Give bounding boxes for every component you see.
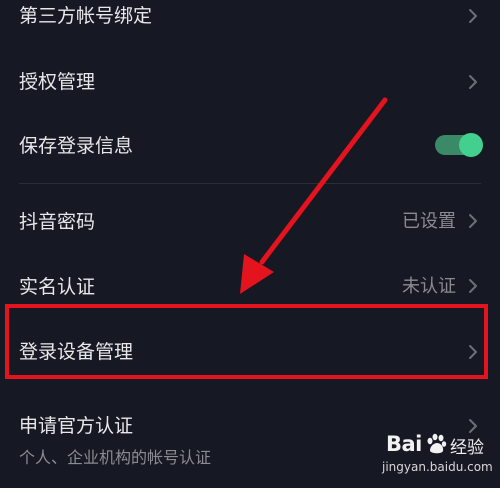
chevron-right-icon [469,75,477,89]
highlight-box [5,304,488,379]
toggle-knob [459,133,483,157]
official-verification-sublabel: 个人、企业机构的帐号认证 [19,448,212,467]
baidu-jingyan-watermark: Bai 经验 jingyan.baidu.com [380,430,495,486]
account-security-settings: 第三方帐号绑定 授权管理 保存登录信息 抖音密码 已设置 实名认证 未认证 登录… [0,0,500,488]
section-divider [19,183,481,184]
third-party-account-binding-item[interactable]: 第三方帐号绑定 [0,0,500,40]
douyin-password-label: 抖音密码 [19,211,96,233]
official-verification-label: 申请官方认证 [19,415,134,437]
save-login-info-toggle[interactable] [435,133,483,157]
watermark-brand: Bai [386,432,422,456]
authorization-management-label: 授权管理 [19,71,96,93]
chevron-right-icon [469,9,477,23]
real-name-verification-label: 实名认证 [19,276,96,298]
authorization-management-item[interactable]: 授权管理 [0,60,500,106]
chevron-right-icon [469,279,477,293]
watermark-url: jingyan.baidu.com [382,460,493,474]
save-login-info-label: 保存登录信息 [19,135,134,157]
password-status-value: 已设置 [402,211,456,232]
chevron-right-icon [469,214,477,228]
douyin-password-item[interactable]: 抖音密码 已设置 [0,198,500,244]
paw-icon [427,433,447,454]
verification-status-value: 未认证 [402,276,456,297]
save-login-info-item: 保存登录信息 [0,124,500,170]
third-party-account-binding-label: 第三方帐号绑定 [19,5,153,27]
watermark-suffix: 经验 [450,438,484,458]
